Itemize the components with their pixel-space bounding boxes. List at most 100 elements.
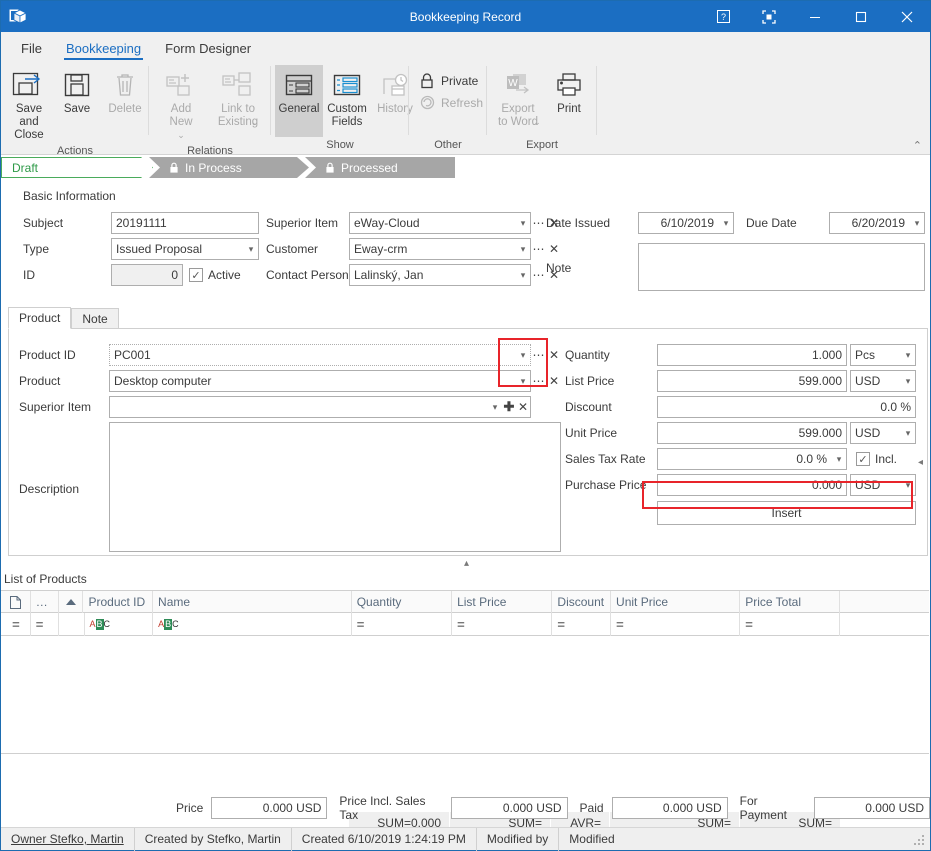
quantity-input[interactable]: [657, 344, 847, 366]
ribbon-tab-file[interactable]: File: [9, 39, 54, 60]
description-textarea[interactable]: [109, 422, 561, 552]
contact-person-browse-button[interactable]: ⋯: [531, 268, 547, 282]
product-clear-button[interactable]: ✕: [547, 374, 561, 388]
column-header-unit-price[interactable]: Unit Price: [611, 591, 741, 613]
product-superior-item-select[interactable]: ▾ ✚ ✕: [109, 396, 531, 418]
ribbon-tab-form-designer[interactable]: Form Designer: [153, 39, 263, 60]
column-header-price-total[interactable]: Price Total: [740, 591, 840, 613]
column-header-list-price[interactable]: List Price: [452, 591, 553, 613]
link-to-existing-button[interactable]: Link to Existing ⌄: [209, 65, 267, 131]
general-button[interactable]: General: [275, 65, 323, 137]
chevron-down-icon[interactable]: ▾: [901, 350, 915, 361]
filter-equals-icon[interactable]: =: [457, 617, 465, 632]
quantity-unit-select[interactable]: Pcs ▾: [850, 344, 916, 366]
collapse-ribbon-button[interactable]: ⌃: [913, 139, 922, 152]
filter-equals-icon[interactable]: =: [357, 617, 365, 632]
chevron-down-icon[interactable]: ▾: [719, 218, 733, 229]
subject-input[interactable]: [111, 212, 259, 234]
purchase-price-currency-select[interactable]: USD ▾: [850, 474, 916, 496]
chevron-down-icon[interactable]: ▾: [901, 428, 915, 439]
product-superior-item-add-button[interactable]: ✚: [502, 399, 516, 415]
chevron-down-icon[interactable]: ▾: [516, 218, 530, 229]
product-superior-item-clear-button[interactable]: ✕: [516, 400, 530, 414]
export-to-word-button[interactable]: W Export to Word ⌄: [491, 65, 545, 131]
print-button[interactable]: Print: [545, 65, 593, 118]
sales-tax-rate-select[interactable]: 0.0 % ▾: [657, 448, 847, 470]
filter-equals-icon[interactable]: =: [12, 617, 20, 632]
superior-item-select[interactable]: eWay-Cloud ▾: [349, 212, 531, 234]
workflow-step-draft[interactable]: Draft: [1, 157, 153, 178]
column-header-discount[interactable]: Discount: [552, 591, 612, 613]
note-textarea[interactable]: [638, 243, 925, 291]
delete-button[interactable]: Delete: [101, 65, 149, 118]
date-issued-picker[interactable]: 6/10/2019 ▾: [638, 212, 734, 234]
chevron-down-icon[interactable]: ▾: [516, 376, 530, 387]
unit-price-input[interactable]: [657, 422, 847, 444]
chevron-down-icon[interactable]: ▾: [910, 218, 924, 229]
save-and-close-button[interactable]: Save and Close: [5, 65, 53, 144]
chevron-down-icon[interactable]: ▾: [516, 244, 530, 255]
minimize-button[interactable]: [792, 1, 838, 32]
close-button[interactable]: [884, 1, 930, 32]
chevron-down-icon[interactable]: ▾: [832, 454, 846, 465]
collapse-panel-arrow-icon[interactable]: ◂: [918, 457, 923, 468]
column-header-name[interactable]: Name: [153, 591, 352, 613]
custom-fields-button[interactable]: Custom Fields: [323, 65, 371, 131]
purchase-price-input[interactable]: [657, 474, 847, 496]
unit-price-currency-select[interactable]: USD ▾: [850, 422, 916, 444]
product-id-browse-button[interactable]: ⋯: [531, 348, 547, 362]
chevron-down-icon[interactable]: ▾: [516, 270, 530, 281]
column-header-ellipsis[interactable]: …: [31, 591, 59, 613]
due-date-picker[interactable]: 6/20/2019 ▾: [829, 212, 925, 234]
chevron-down-icon[interactable]: ⌄: [177, 129, 185, 142]
product-browse-button[interactable]: ⋯: [531, 374, 547, 388]
help-button[interactable]: ?: [700, 1, 746, 32]
resize-grip[interactable]: [914, 835, 926, 847]
filter-abc-icon[interactable]: ABC: [90, 619, 110, 630]
active-checkbox[interactable]: ✓ Active: [189, 268, 241, 282]
column-header-document[interactable]: [1, 591, 31, 613]
add-new-button[interactable]: Add New ⌄: [153, 65, 209, 144]
column-header-sort[interactable]: [59, 591, 84, 613]
toggle-fullscreen-button[interactable]: [746, 1, 792, 32]
chevron-down-icon[interactable]: ▾: [901, 376, 915, 387]
discount-input[interactable]: [657, 396, 916, 418]
chevron-down-icon[interactable]: ▾: [244, 244, 258, 255]
maximize-button[interactable]: [838, 1, 884, 32]
product-id-select[interactable]: PC001 ▾: [109, 344, 531, 366]
filter-equals-icon[interactable]: =: [745, 617, 753, 632]
tab-note[interactable]: Note: [71, 308, 119, 329]
customer-browse-button[interactable]: ⋯: [531, 242, 547, 256]
refresh-button[interactable]: Refresh: [413, 92, 487, 113]
column-header-quantity[interactable]: Quantity: [352, 591, 453, 613]
chevron-down-icon[interactable]: ▾: [901, 480, 915, 491]
chevron-down-icon[interactable]: ▾: [516, 350, 530, 361]
filter-equals-icon[interactable]: =: [616, 617, 624, 632]
chevron-down-icon[interactable]: ⌄: [533, 116, 541, 129]
save-button[interactable]: Save: [53, 65, 101, 118]
workflow-step-in-process[interactable]: In Process: [149, 157, 309, 178]
column-header-product-id[interactable]: Product ID: [83, 591, 154, 613]
workflow-step-processed[interactable]: Processed: [305, 157, 455, 178]
contact-person-select[interactable]: Lalinský, Jan ▾: [349, 264, 531, 286]
chevron-down-icon[interactable]: ▾: [488, 402, 502, 413]
product-select[interactable]: Desktop computer ▾: [109, 370, 531, 392]
private-toggle[interactable]: Private: [413, 70, 482, 92]
list-price-input[interactable]: [657, 370, 847, 392]
ribbon-tab-bookkeeping[interactable]: Bookkeeping: [54, 39, 153, 60]
insert-button[interactable]: Insert: [657, 501, 916, 525]
products-grid-body[interactable]: [1, 636, 929, 754]
status-created-by: Created by Stefko, Martin: [135, 827, 292, 851]
superior-item-browse-button[interactable]: ⋯: [531, 216, 547, 230]
status-owner[interactable]: Owner Stefko, Martin: [1, 827, 135, 851]
filter-equals-icon[interactable]: =: [36, 617, 44, 632]
sales-tax-incl-checkbox[interactable]: ✓ Incl.: [856, 452, 897, 466]
list-price-currency-select[interactable]: USD ▾: [850, 370, 916, 392]
filter-equals-icon[interactable]: =: [557, 617, 565, 632]
customer-select[interactable]: Eway-crm ▾: [349, 238, 531, 260]
tab-product[interactable]: Product: [8, 307, 72, 329]
filter-abc-icon[interactable]: ABC: [158, 619, 179, 630]
product-id-clear-button[interactable]: ✕: [547, 348, 561, 362]
type-select[interactable]: Issued Proposal ▾: [111, 238, 259, 260]
chevron-down-icon[interactable]: ⌄: [251, 116, 259, 129]
